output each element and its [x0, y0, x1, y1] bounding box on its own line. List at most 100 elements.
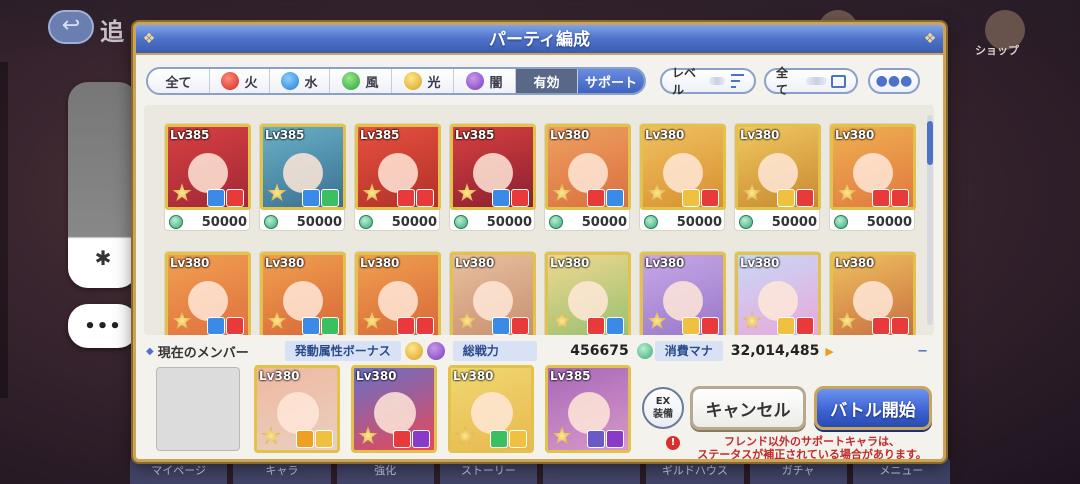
character-card[interactable]: Lv380 [734, 251, 821, 335]
member-level: Lv380 [259, 369, 300, 383]
role-icon [492, 317, 510, 335]
member-face [277, 392, 319, 434]
character-level: Lv380 [740, 256, 780, 270]
rarity-star-icon [837, 311, 857, 330]
rarity-star-icon [552, 311, 572, 330]
character-card[interactable]: Lv385 50000 [449, 123, 536, 231]
role-icon [777, 189, 795, 207]
tab-filter-support[interactable]: サポート [578, 69, 644, 93]
character-portrait: Lv380 [830, 252, 916, 335]
role-icon [682, 189, 700, 207]
rarity-star-icon [358, 426, 378, 445]
rarity-star-icon [362, 183, 382, 202]
attribute-badges [777, 189, 814, 207]
more-options-button[interactable]: ••• [68, 304, 138, 348]
character-face [663, 153, 703, 193]
gem-icon [169, 215, 183, 229]
character-card[interactable]: Lv380 [354, 251, 441, 335]
floating-panel[interactable]: ✱ [68, 82, 138, 288]
party-formation-dialog: ❖ パーティ編成 ❖ 全て 火 水 風 光 闇 有効 サポート レベル 全て ●●● Lv38… [133, 22, 946, 462]
tab-filter-wind[interactable]: 風 [330, 69, 392, 93]
start-battle-button[interactable]: バトル開始 [814, 386, 932, 430]
party-member-slot[interactable]: Lv380 [351, 365, 437, 453]
group-filter-button[interactable]: ●●● [868, 68, 920, 94]
character-card[interactable]: Lv380 50000 [734, 123, 821, 231]
tab-filter-dark[interactable]: 闇 [454, 69, 516, 93]
character-card[interactable]: Lv380 50000 [639, 123, 726, 231]
type-label: 全て [776, 66, 789, 97]
attribute-badges [872, 317, 909, 335]
rarity-star-icon [647, 183, 667, 202]
element-icon [796, 189, 814, 207]
character-card[interactable]: Lv380 50000 [544, 123, 631, 231]
character-card[interactable]: Lv380 [829, 251, 916, 335]
element-icon [701, 189, 719, 207]
character-card[interactable]: Lv380 [449, 251, 536, 335]
ex-equipment-button[interactable]: EX 装備 [642, 387, 684, 429]
type-dropdown[interactable]: 全て [764, 66, 858, 97]
rarity-star-icon [172, 183, 192, 202]
tab-filter-active[interactable]: 有効 [516, 69, 578, 93]
gem-icon [264, 215, 278, 229]
character-card[interactable]: Lv380 [164, 251, 251, 335]
sort-dropdown[interactable]: レベル [660, 66, 756, 97]
collapse-icon[interactable]: − [917, 344, 928, 359]
character-power-row: 50000 [165, 212, 251, 232]
grid-scrollbar[interactable] [927, 115, 933, 325]
character-power: 50000 [486, 214, 532, 230]
character-grid-area[interactable]: Lv385 50000 Lv385 50000 Lv385 50000 Lv385 50000… [144, 105, 934, 335]
character-card[interactable]: Lv380 [259, 251, 346, 335]
sort-label: レベル [672, 66, 697, 97]
mana-icon [636, 343, 653, 359]
empty-party-slot[interactable] [156, 367, 240, 451]
element-filter-tabs: 全て 火 水 風 光 闇 有効 サポート [146, 67, 646, 95]
character-portrait: Lv380 [450, 252, 536, 335]
character-portrait: Lv380 [735, 124, 821, 210]
attribute-badges [872, 189, 909, 207]
gem-icon [454, 215, 468, 229]
role-icon [397, 317, 415, 335]
character-card[interactable]: Lv385 50000 [259, 123, 346, 231]
member-face [374, 392, 416, 434]
rarity-star-icon [837, 183, 857, 202]
element-icon [416, 189, 434, 207]
filter-bar: 全て 火 水 風 光 闇 有効 サポート レベル 全て ●●● [146, 66, 920, 97]
character-level: Lv380 [170, 256, 210, 270]
character-card[interactable]: Lv385 50000 [164, 123, 251, 232]
role-icon [872, 189, 890, 207]
character-card[interactable]: Lv380 50000 [829, 123, 916, 231]
cancel-button[interactable]: キャンセル [690, 386, 806, 430]
element-icon [416, 317, 434, 335]
attribute-badges [393, 430, 430, 448]
tab-label: 全て [165, 75, 192, 91]
party-member-slot[interactable]: Lv385 [545, 365, 631, 453]
member-face [568, 392, 610, 434]
party-member-slot[interactable]: Lv380 [254, 365, 340, 453]
role-icon [777, 317, 795, 335]
character-face [283, 153, 323, 193]
tab-filter-all[interactable]: 全て [148, 69, 210, 93]
tab-filter-fire[interactable]: 火 [210, 69, 270, 93]
party-member-slot[interactable]: Lv380 [448, 365, 534, 453]
attribute-badges [587, 430, 624, 448]
character-face [758, 281, 798, 321]
character-face [568, 153, 608, 193]
bluetooth-icon[interactable]: ✱ [68, 246, 138, 270]
rarity-star-icon [742, 183, 762, 202]
sort-value [709, 77, 726, 85]
gem-icon [644, 215, 658, 229]
rarity-star-icon [742, 311, 762, 330]
ex-label: EX [655, 396, 671, 407]
scrollbar-thumb[interactable] [927, 121, 933, 165]
tab-filter-light[interactable]: 光 [392, 69, 454, 93]
character-card[interactable]: Lv385 50000 [354, 123, 441, 231]
character-portrait: Lv380 [545, 252, 631, 335]
tab-filter-water[interactable]: 水 [270, 69, 330, 93]
character-card[interactable]: Lv380 [639, 251, 726, 335]
character-face [758, 153, 798, 193]
element-icon [315, 430, 333, 448]
notice-line-2: ステータスが補正されている場合があります。 [697, 448, 927, 461]
character-level: Lv380 [645, 128, 685, 142]
fire-element-icon [221, 72, 240, 90]
character-card[interactable]: Lv380 [544, 251, 631, 335]
